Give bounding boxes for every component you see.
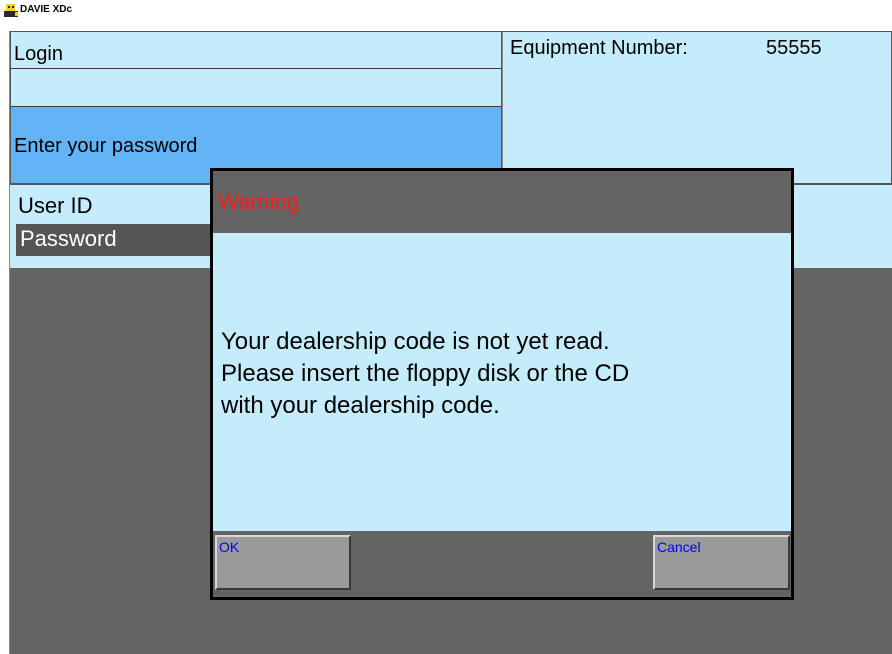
dialog-title: Warning: [218, 189, 300, 214]
message-line: Your dealership code is not yet read.: [221, 328, 610, 355]
password-label: Password: [20, 226, 117, 251]
equipment-number-value: 55555: [766, 37, 822, 59]
divider: [11, 68, 501, 69]
ok-button[interactable]: OK: [215, 535, 351, 590]
prompt-text: Enter your password: [14, 135, 198, 157]
cancel-button[interactable]: Cancel: [653, 535, 790, 590]
davie-app-icon[interactable]: [3, 2, 19, 18]
user-id-field[interactable]: User ID: [18, 193, 93, 219]
title-bar: [0, 0, 892, 21]
window-title: DAVIE XDc: [20, 4, 73, 15]
message-line: with your dealership code.: [221, 392, 500, 419]
equipment-number-label: Equipment Number:: [510, 37, 688, 59]
message-line: Please insert the floppy disk or the CD: [221, 360, 630, 387]
dialog-message: Your dealership code is not yet read. Pl…: [221, 326, 786, 422]
page-title: Login: [14, 43, 63, 65]
